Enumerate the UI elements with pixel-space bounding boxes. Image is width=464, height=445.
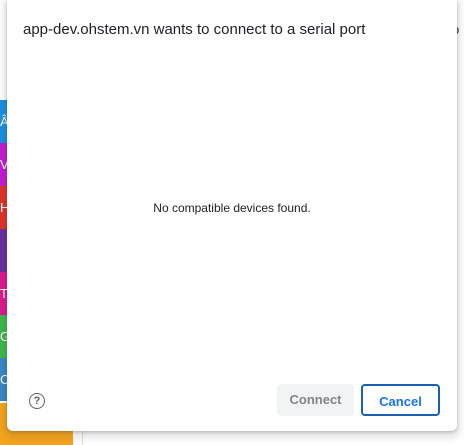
- dialog-title: app-dev.ohstem.vn wants to connect to a …: [23, 21, 366, 38]
- cancel-button[interactable]: Cancel: [361, 384, 440, 416]
- background-divider: [82, 430, 83, 445]
- serial-port-chooser-dialog: app-dev.ohstem.vn wants to connect to a …: [7, 0, 457, 431]
- no-devices-message: No compatible devices found.: [153, 201, 311, 215]
- connect-button[interactable]: Connect: [277, 384, 354, 416]
- help-icon[interactable]: ?: [29, 393, 45, 409]
